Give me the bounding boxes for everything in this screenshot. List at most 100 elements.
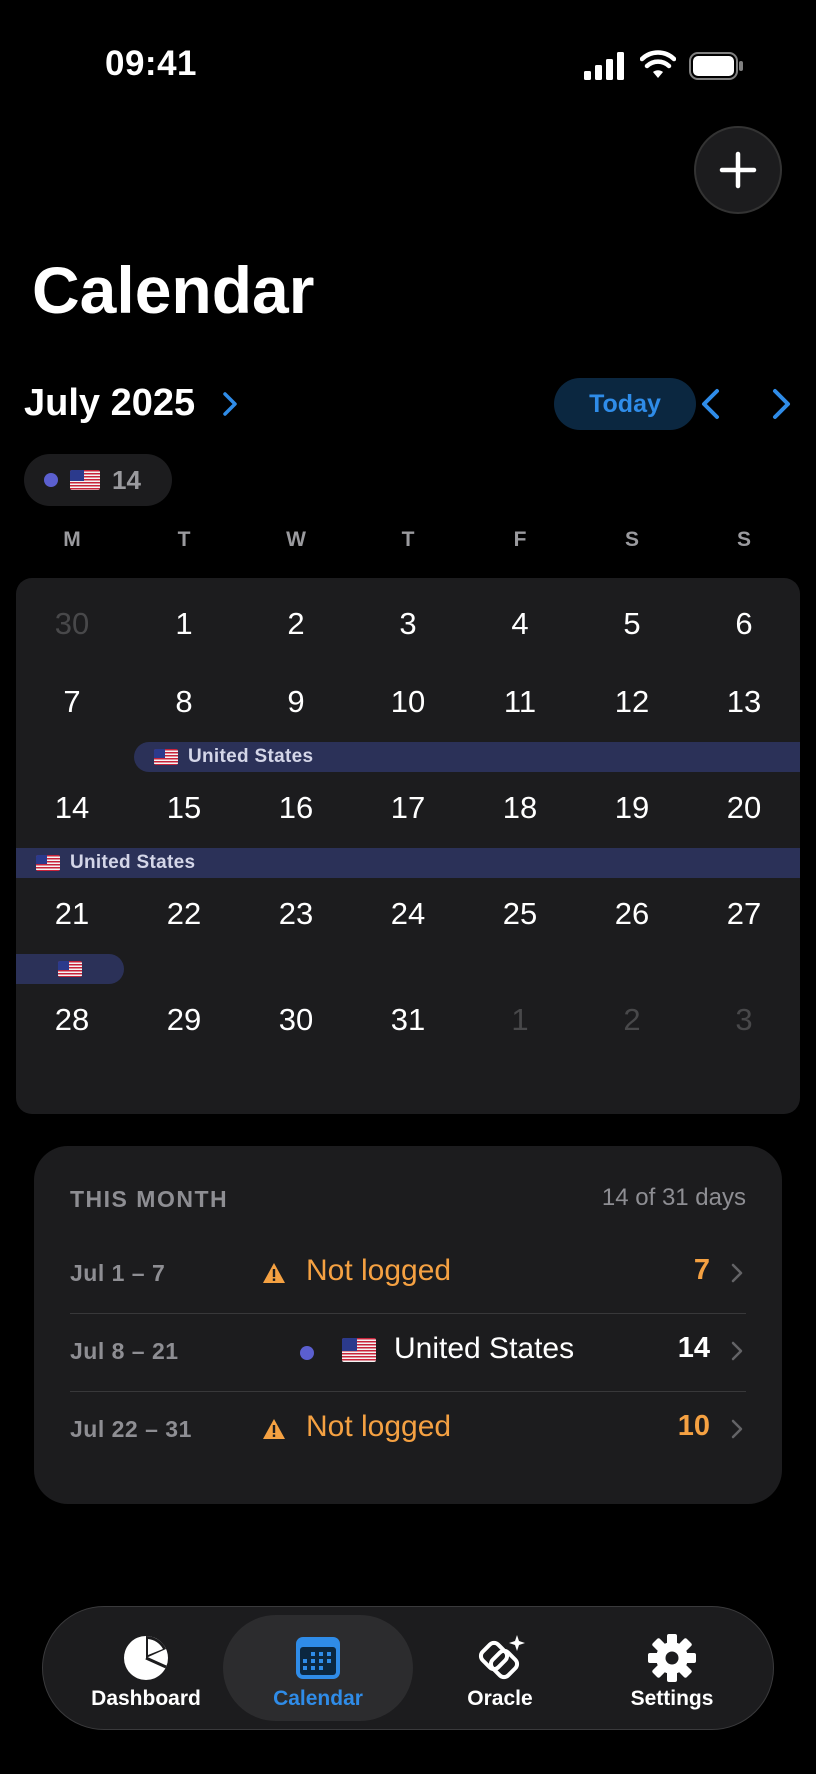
calendar-day[interactable]: 5 [576, 606, 688, 642]
tab-label: Oracle [467, 1687, 533, 1710]
us-flag-icon [70, 470, 100, 490]
month-title[interactable]: July 2025 [24, 382, 195, 425]
calendar-day[interactable]: 19 [576, 790, 688, 826]
weekday-label: T [401, 528, 415, 551]
calendar-day[interactable]: 15 [128, 790, 240, 826]
weekday-label: F [513, 528, 527, 551]
weekday-header: MTWTFSS [16, 528, 800, 552]
calendar-day[interactable]: 22 [128, 896, 240, 932]
calendar-day[interactable]: 14 [16, 790, 128, 826]
previous-month-button[interactable] [694, 386, 730, 422]
calendar-day[interactable]: 1 [128, 606, 240, 642]
weekday-label: W [286, 528, 306, 551]
period-row[interactable]: Jul 1 – 7 Not logged 7 [70, 1236, 746, 1314]
oracle-icon [478, 1635, 525, 1680]
calendar-day[interactable]: 2 [240, 606, 352, 642]
calendar-day[interactable]: 27 [688, 896, 800, 932]
chevron-right-icon [731, 1419, 743, 1439]
weekday-label: S [736, 528, 751, 551]
calendar-day[interactable]: 11 [464, 684, 576, 720]
calendar-day[interactable]: 24 [352, 896, 464, 932]
period-row[interactable]: Jul 8 – 21 United States 14 [70, 1314, 746, 1392]
plus-icon [719, 151, 757, 189]
days-count: 14 of 31 days [601, 1184, 746, 1211]
period-days: 7 [693, 1254, 710, 1286]
gear-icon [648, 1634, 696, 1682]
calendar-day[interactable]: 16 [240, 790, 352, 826]
warning-icon [263, 1263, 285, 1283]
tab-bar: Dashboard Calendar Oracle Settings [42, 1606, 774, 1730]
calendar-day[interactable]: 4 [464, 606, 576, 642]
calendar-day[interactable]: 17 [352, 790, 464, 826]
status-bar: 09:41 [0, 0, 816, 130]
period-range: Jul 8 – 21 [70, 1338, 179, 1364]
event-bar[interactable]: United States [16, 848, 800, 878]
country-dot [300, 1346, 314, 1360]
event-bar[interactable]: United States [134, 742, 800, 772]
calendar-day[interactable]: 20 [688, 790, 800, 826]
weekday-label: S [624, 528, 639, 551]
this-month-card: THIS MONTH 14 of 31 days Jul 1 – 7 Not l… [34, 1146, 782, 1504]
period-label: United States [394, 1332, 575, 1365]
page-title: Calendar [32, 253, 315, 327]
calendar-day[interactable]: 6 [688, 606, 800, 642]
card-header: THIS MONTH [70, 1186, 229, 1212]
tab-settings[interactable]: Settings [577, 1615, 767, 1721]
chevron-right-icon[interactable] [220, 390, 240, 418]
weekday-label: M [63, 528, 81, 551]
weekday-label: T [177, 528, 191, 551]
country-dot [44, 473, 58, 487]
add-button[interactable] [694, 126, 782, 214]
battery-icon [689, 52, 743, 80]
calendar-day[interactable]: 18 [464, 790, 576, 826]
calendar-day[interactable]: 21 [16, 896, 128, 932]
tab-calendar[interactable]: Calendar [223, 1615, 413, 1721]
calendar-day[interactable]: 31 [352, 1002, 464, 1038]
calendar-day[interactable]: 26 [576, 896, 688, 932]
chevron-right-icon [731, 1263, 743, 1283]
calendar-day[interactable]: 30 [240, 1002, 352, 1038]
event-label: United States [70, 852, 196, 873]
period-label: Not logged [306, 1410, 452, 1443]
calendar-day[interactable]: 7 [16, 684, 128, 720]
wifi-icon [640, 50, 676, 78]
calendar-day[interactable]: 29 [128, 1002, 240, 1038]
calendar-day[interactable]: 12 [576, 684, 688, 720]
tab-oracle[interactable]: Oracle [405, 1615, 595, 1721]
pie-chart-icon [124, 1636, 168, 1680]
tab-dashboard[interactable]: Dashboard [51, 1615, 241, 1721]
warning-icon [263, 1419, 285, 1439]
tab-label: Calendar [273, 1687, 363, 1710]
calendar-day[interactable]: 28 [16, 1002, 128, 1038]
calendar-day[interactable]: 23 [240, 896, 352, 932]
month-navigation: July 2025 Today [24, 378, 794, 434]
country-summary-chip[interactable]: 14 [24, 454, 172, 506]
event-bar[interactable] [16, 954, 124, 984]
calendar-day[interactable]: 9 [240, 684, 352, 720]
tab-label: Dashboard [91, 1687, 201, 1710]
calendar-day[interactable]: 1 [464, 1002, 576, 1038]
calendar-day[interactable]: 3 [688, 1002, 800, 1038]
next-month-button[interactable] [762, 386, 798, 422]
period-row[interactable]: Jul 22 – 31 Not logged 10 [70, 1392, 746, 1470]
period-range: Jul 22 – 31 [70, 1416, 192, 1442]
tab-label: Settings [630, 1687, 714, 1710]
calendar-day[interactable]: 25 [464, 896, 576, 932]
us-flag-icon [58, 961, 82, 977]
period-days: 10 [677, 1410, 710, 1442]
calendar-day[interactable]: 8 [128, 684, 240, 720]
cellular-signal-icon [584, 52, 624, 80]
us-flag-icon [36, 855, 60, 871]
chevron-right-icon [731, 1341, 743, 1361]
calendar-day[interactable]: 13 [688, 684, 800, 720]
us-flag-icon [154, 749, 178, 765]
period-range: Jul 1 – 7 [70, 1260, 166, 1286]
calendar-day[interactable]: 30 [16, 606, 128, 642]
us-flag-icon [342, 1338, 376, 1362]
calendar-icon [296, 1637, 340, 1679]
calendar-day[interactable]: 3 [352, 606, 464, 642]
today-button[interactable]: Today [554, 378, 696, 430]
calendar-day[interactable]: 10 [352, 684, 464, 720]
event-label: United States [188, 746, 314, 767]
calendar-day[interactable]: 2 [576, 1002, 688, 1038]
